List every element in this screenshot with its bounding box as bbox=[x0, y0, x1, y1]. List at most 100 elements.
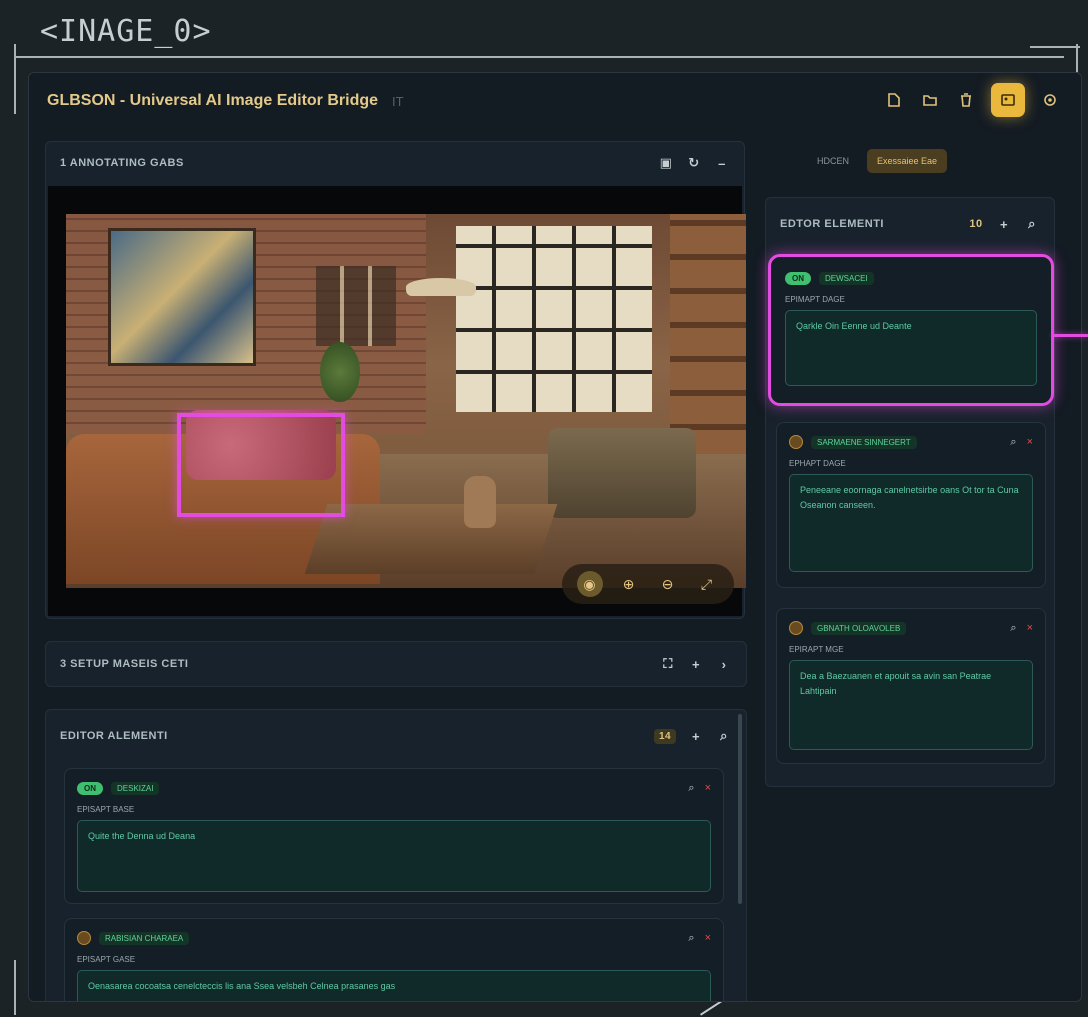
pendant-lamp bbox=[406, 278, 476, 296]
image-mode-icon[interactable] bbox=[991, 83, 1025, 117]
chevron-right-icon[interactable]: › bbox=[716, 657, 732, 672]
prompt-label: EPISAPT GASE bbox=[77, 955, 136, 964]
prompt-textarea[interactable]: Oenasarea cocoatsa cenelcteccis lis ana … bbox=[77, 970, 711, 1001]
card-header: ON DEWSACEI bbox=[785, 267, 1037, 289]
editor-elements-left: EDITOR ALEMENTI 14 + ⌕ ON DESKIZAI ⌕ × E… bbox=[45, 709, 747, 1001]
image-toolbar: ◉ ⊕ ⊖ ⤢ bbox=[562, 564, 734, 604]
search-icon[interactable]: ⌕ bbox=[716, 728, 732, 744]
wall-painting bbox=[108, 228, 256, 366]
element-card[interactable]: RABISIAN CHARAEA ⌕ × EPISAPT GASE Oenasa… bbox=[64, 918, 724, 1001]
image-panel: 1 ANNOTATING GABS ▣ ↻ – ◉ ⊕ ⊖ ⤢ bbox=[45, 141, 746, 619]
search-icon[interactable]: ⌕ bbox=[1010, 622, 1016, 635]
setup-panel: 3 SETUP MASEIS CETI ⛶ + › bbox=[45, 641, 747, 687]
frame-tag-label: <INAGE_0> bbox=[40, 14, 212, 49]
mode-option-active[interactable]: Exessaiee Eae bbox=[867, 149, 948, 173]
prompt-label: EPIRAPT MGE bbox=[789, 645, 844, 654]
disabled-badge[interactable] bbox=[789, 621, 803, 635]
canvas-area[interactable]: ◉ ⊕ ⊖ ⤢ bbox=[48, 186, 746, 616]
enabled-badge[interactable]: ON bbox=[77, 781, 103, 795]
clipboard-icon[interactable]: ▣ bbox=[658, 155, 674, 171]
search-icon[interactable]: ⌕ bbox=[1010, 436, 1016, 449]
delete-icon[interactable]: × bbox=[705, 782, 711, 795]
editor-elements-right: EDTOR ELEMENTI 10 + ⌕ ON DEWSACEI EPIMAP… bbox=[765, 197, 1055, 787]
frame-bottom-left-line bbox=[14, 960, 16, 1015]
prompt-textarea[interactable]: Quite the Denna ud Deana bbox=[77, 820, 711, 892]
element-type-tag: DEWSACEI bbox=[819, 271, 874, 285]
expand-icon[interactable]: ⤢ bbox=[694, 571, 720, 597]
editor-left-title: EDITOR ALEMENTI bbox=[60, 730, 168, 742]
card-header: SARMAENE SINNEGERT ⌕ × bbox=[789, 431, 1033, 453]
element-type-tag: DESKIZAI bbox=[111, 781, 160, 795]
scrollbar[interactable] bbox=[738, 714, 742, 904]
image-panel-header: 1 ANNOTATING GABS ▣ ↻ – bbox=[46, 142, 744, 184]
editor-left-header: EDITOR ALEMENTI 14 + ⌕ bbox=[46, 710, 746, 762]
plant bbox=[320, 342, 360, 402]
card-actions: ⌕ × bbox=[1010, 622, 1033, 635]
element-card[interactable]: SARMAENE SINNEGERT ⌕ × EPHAPT DAGE Penee… bbox=[776, 422, 1046, 588]
palette-icon[interactable]: ◉ bbox=[576, 571, 603, 597]
fit-icon[interactable]: ⛶ bbox=[660, 656, 676, 672]
delete-icon[interactable]: × bbox=[705, 932, 711, 945]
add-element-icon[interactable]: + bbox=[688, 729, 704, 744]
element-card[interactable]: GBNATH OLOAVOLEB ⌕ × EPIRAPT MGE Dea a B… bbox=[776, 608, 1046, 764]
frame-left-line bbox=[14, 44, 16, 114]
zoom-in-icon[interactable]: ⊕ bbox=[616, 571, 642, 597]
element-card-highlighted[interactable]: ON DEWSACEI EPIMAPT DAGE Qarkle Oin Eenn… bbox=[768, 254, 1054, 406]
card-header: RABISIAN CHARAEA ⌕ × bbox=[77, 927, 711, 949]
prompt-label: EPIMAPT DAGE bbox=[785, 295, 845, 304]
prompt-textarea[interactable]: Qarkle Oin Eenne ud Deante bbox=[785, 310, 1037, 386]
element-type-tag: RABISIAN CHARAEA bbox=[99, 931, 190, 945]
room-photo[interactable] bbox=[66, 214, 746, 588]
search-icon[interactable]: ⌕ bbox=[688, 932, 694, 945]
enabled-badge[interactable]: ON bbox=[785, 271, 811, 285]
frame-top-line bbox=[14, 56, 1064, 58]
card-actions: ⌕ × bbox=[688, 782, 711, 795]
app-window: GLBSON - Universal AI Image Editor Bridg… bbox=[28, 72, 1082, 1002]
delete-icon[interactable]: × bbox=[1027, 436, 1033, 449]
prompt-label: EPISAPT BASE bbox=[77, 805, 135, 814]
vase bbox=[464, 476, 496, 528]
mode-option-hdcen[interactable]: HDCEN bbox=[807, 149, 859, 173]
add-icon[interactable]: + bbox=[688, 657, 704, 672]
mode-toggle: HDCEN Exessaiee Eae bbox=[807, 149, 948, 173]
setup-panel-title: 3 SETUP MASEIS CETI bbox=[60, 658, 189, 670]
bookshelf bbox=[670, 214, 746, 464]
add-element-icon[interactable]: + bbox=[996, 217, 1012, 232]
prompt-label: EPHAPT DAGE bbox=[789, 459, 846, 468]
image-panel-title: 1 ANNOTATING GABS bbox=[60, 157, 184, 169]
settings-icon[interactable] bbox=[1039, 89, 1061, 111]
element-card[interactable]: ON DESKIZAI ⌕ × EPISAPT BASE Quite the D… bbox=[64, 768, 724, 904]
collapse-icon[interactable]: – bbox=[714, 156, 730, 171]
element-count: 14 bbox=[654, 728, 676, 744]
file-icon[interactable] bbox=[883, 89, 905, 111]
disabled-badge[interactable] bbox=[77, 931, 91, 945]
app-title-suffix: IT bbox=[392, 93, 404, 109]
selection-box[interactable] bbox=[177, 413, 345, 517]
picture-frames bbox=[316, 266, 396, 346]
folder-icon[interactable] bbox=[919, 89, 941, 111]
search-icon[interactable]: ⌕ bbox=[1024, 216, 1040, 232]
editor-right-header: EDTOR ELEMENTI 10 + ⌕ bbox=[766, 198, 1054, 250]
toolbar-icons bbox=[883, 83, 1061, 117]
trash-icon[interactable] bbox=[955, 89, 977, 111]
prompt-textarea[interactable]: Peneeane eoornaga canelnetsirbe oans Ot … bbox=[789, 474, 1033, 572]
delete-icon[interactable]: × bbox=[1027, 622, 1033, 635]
prompt-textarea[interactable]: Dea a Baezuanen et apouit sa avin san Pe… bbox=[789, 660, 1033, 750]
element-type-tag: GBNATH OLOAVOLEB bbox=[811, 621, 907, 635]
highlight-connector bbox=[1052, 334, 1088, 337]
search-icon[interactable]: ⌕ bbox=[688, 782, 694, 795]
frame-right-top-tick bbox=[1030, 46, 1080, 48]
element-count: 10 bbox=[969, 218, 983, 230]
editor-right-title: EDTOR ELEMENTI bbox=[780, 218, 884, 230]
card-header: ON DESKIZAI ⌕ × bbox=[77, 777, 711, 799]
element-type-tag: SARMAENE SINNEGERT bbox=[811, 435, 917, 449]
zoom-out-icon[interactable]: ⊖ bbox=[655, 571, 681, 597]
card-actions: ⌕ × bbox=[688, 932, 711, 945]
app-title: GLBSON - Universal AI Image Editor Bridg… bbox=[47, 92, 379, 109]
setup-panel-header[interactable]: 3 SETUP MASEIS CETI ⛶ + › bbox=[46, 642, 746, 686]
window-grid bbox=[456, 226, 652, 412]
armchair bbox=[548, 428, 696, 518]
card-actions: ⌕ × bbox=[1010, 436, 1033, 449]
refresh-icon[interactable]: ↻ bbox=[686, 155, 702, 171]
disabled-badge[interactable] bbox=[789, 435, 803, 449]
